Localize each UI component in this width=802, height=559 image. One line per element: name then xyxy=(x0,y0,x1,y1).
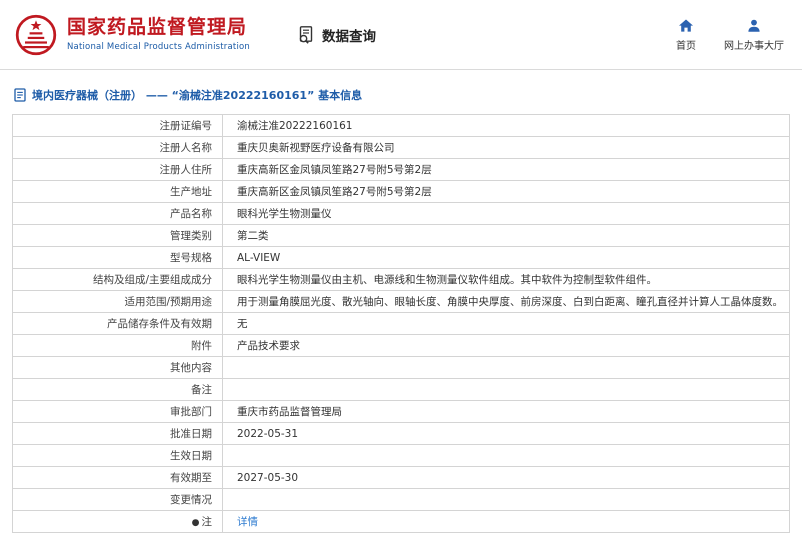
detail-link[interactable]: 详情 xyxy=(237,516,258,528)
row-value: 眼科光学生物测量仪 xyxy=(222,202,790,225)
row-label: 注册人名称 xyxy=(12,136,223,159)
document-icon xyxy=(14,88,26,102)
row-label: 变更情况 xyxy=(12,488,223,511)
info-table-body: 注册证编号 渝械注准20222160161 注册人名称 重庆贝奥新视野医疗设备有限公司… xyxy=(12,114,790,533)
row-value: 重庆贝奥新视野医疗设备有限公司 xyxy=(222,136,790,159)
row-value: 2027-05-30 xyxy=(222,466,790,489)
row-value: 渝械注准20222160161 xyxy=(222,114,790,137)
row-value: 眼科光学生物测量仪由主机、电源线和生物测量仪软件组成。其中软件为控制型软件组件。 xyxy=(222,268,790,291)
breadcrumb: 境内医疗器械（注册） —— “渝械注准20222160161” 基本信息 xyxy=(0,70,802,114)
info-table: 注册证编号 渝械注准20222160161 注册人名称 重庆贝奥新视野医疗设备有限公司… xyxy=(12,114,790,533)
table-row: 注册证编号 渝械注准20222160161 xyxy=(12,114,790,137)
table-row: 产品储存条件及有效期无 xyxy=(12,312,790,335)
user-icon xyxy=(748,19,760,32)
row-value xyxy=(222,444,790,467)
row-value: 重庆高新区金凤镇凤笙路27号附5号第2层 xyxy=(222,180,790,203)
home-icon xyxy=(679,19,693,32)
org-title-block: 国家药品监督管理局 National Medical Products Admi… xyxy=(67,16,250,52)
row-label: 注册证编号 xyxy=(12,114,223,137)
row-label: 型号规格 xyxy=(12,246,223,269)
row-label: 生效日期 xyxy=(12,444,223,467)
row-value xyxy=(222,356,790,379)
table-row: 生效日期 xyxy=(12,444,790,467)
national-emblem-icon xyxy=(15,14,57,55)
data-query-label: 数据查询 xyxy=(322,28,376,45)
row-value: 2022-05-31 xyxy=(222,422,790,445)
nav-home[interactable]: 首页 xyxy=(676,18,696,52)
table-row: 变更情况 xyxy=(12,488,790,511)
table-row: 批准日期 2022-05-31 xyxy=(12,422,790,445)
table-row: 有效期至 2027-05-30 xyxy=(12,466,790,489)
row-value: 产品技术要求 xyxy=(222,334,790,357)
table-row: 注册人名称 重庆贝奥新视野医疗设备有限公司 xyxy=(12,136,790,159)
row-value: 重庆高新区金凤镇凤笙路27号附5号第2层 xyxy=(222,158,790,181)
row-value: 用于测量角膜屈光度、散光轴向、眼轴长度、角膜中央厚度、前房深度、白到白距离、瞳孔… xyxy=(222,290,790,313)
row-label: 批准日期 xyxy=(12,422,223,445)
row-label: 注册人住所 xyxy=(12,158,223,181)
org-name-en: National Medical Products Administration xyxy=(67,41,250,52)
row-label: 管理类别 xyxy=(12,224,223,247)
row-label: 审批部门 xyxy=(12,400,223,423)
row-label: 附件 xyxy=(12,334,223,357)
table-row: 产品名称 眼科光学生物测量仪 xyxy=(12,202,790,225)
table-row: 生产地址 重庆高新区金凤镇凤笙路27号附5号第2层 xyxy=(12,180,790,203)
row-label: 结构及组成/主要组成成分 xyxy=(12,268,223,291)
org-name-cn: 国家药品监督管理局 xyxy=(67,16,248,39)
table-row: 型号规格 AL-VIEW xyxy=(12,246,790,269)
site-header: 国家药品监督管理局 National Medical Products Admi… xyxy=(0,0,802,70)
header-nav: 首页 网上办事大厅 xyxy=(676,18,784,52)
table-row: 审批部门 重庆市药品监督管理局 xyxy=(12,400,790,423)
table-row: 其他内容 xyxy=(12,356,790,379)
row-value: 无 xyxy=(222,312,790,335)
row-label: 备注 xyxy=(12,378,223,401)
row-value: 重庆市药品监督管理局 xyxy=(222,400,790,423)
table-row: 附件 产品技术要求 xyxy=(12,334,790,357)
row-label: 产品名称 xyxy=(12,202,223,225)
table-row: 备注 xyxy=(12,378,790,401)
row-label: 产品储存条件及有效期 xyxy=(12,312,223,335)
nav-home-label: 首页 xyxy=(676,40,696,52)
row-value xyxy=(222,378,790,401)
row-label: ● 注 xyxy=(12,510,223,533)
row-value: 第二类 xyxy=(222,224,790,247)
row-label: 有效期至 xyxy=(12,466,223,489)
nav-service-hall-label: 网上办事大厅 xyxy=(724,40,784,52)
table-row: ● 注 详情 xyxy=(12,510,790,533)
row-label: 生产地址 xyxy=(12,180,223,203)
row-value: AL-VIEW xyxy=(222,246,790,269)
nav-service-hall[interactable]: 网上办事大厅 xyxy=(724,18,784,52)
row-value xyxy=(222,488,790,511)
table-row: 注册人住所 重庆高新区金凤镇凤笙路27号附5号第2层 xyxy=(12,158,790,181)
table-row: 结构及组成/主要组成成分 眼科光学生物测量仪由主机、电源线和生物测量仪软件组成。其… xyxy=(12,268,790,291)
page-title: 境内医疗器械（注册） —— “渝械注准20222160161” 基本信息 xyxy=(32,89,363,102)
data-query-tab[interactable]: 数据查询 xyxy=(296,25,376,45)
row-label: 适用范围/预期用途 xyxy=(12,290,223,313)
row-label: 其他内容 xyxy=(12,356,223,379)
note-bullet-icon: ● xyxy=(191,518,200,528)
document-search-icon xyxy=(299,25,313,44)
table-row: 管理类别 第二类 xyxy=(12,224,790,247)
row-value: 详情 xyxy=(222,510,790,533)
table-row: 适用范围/预期用途 用于测量角膜屈光度、散光轴向、眼轴长度、角膜中央厚度、前房深度… xyxy=(12,290,790,313)
